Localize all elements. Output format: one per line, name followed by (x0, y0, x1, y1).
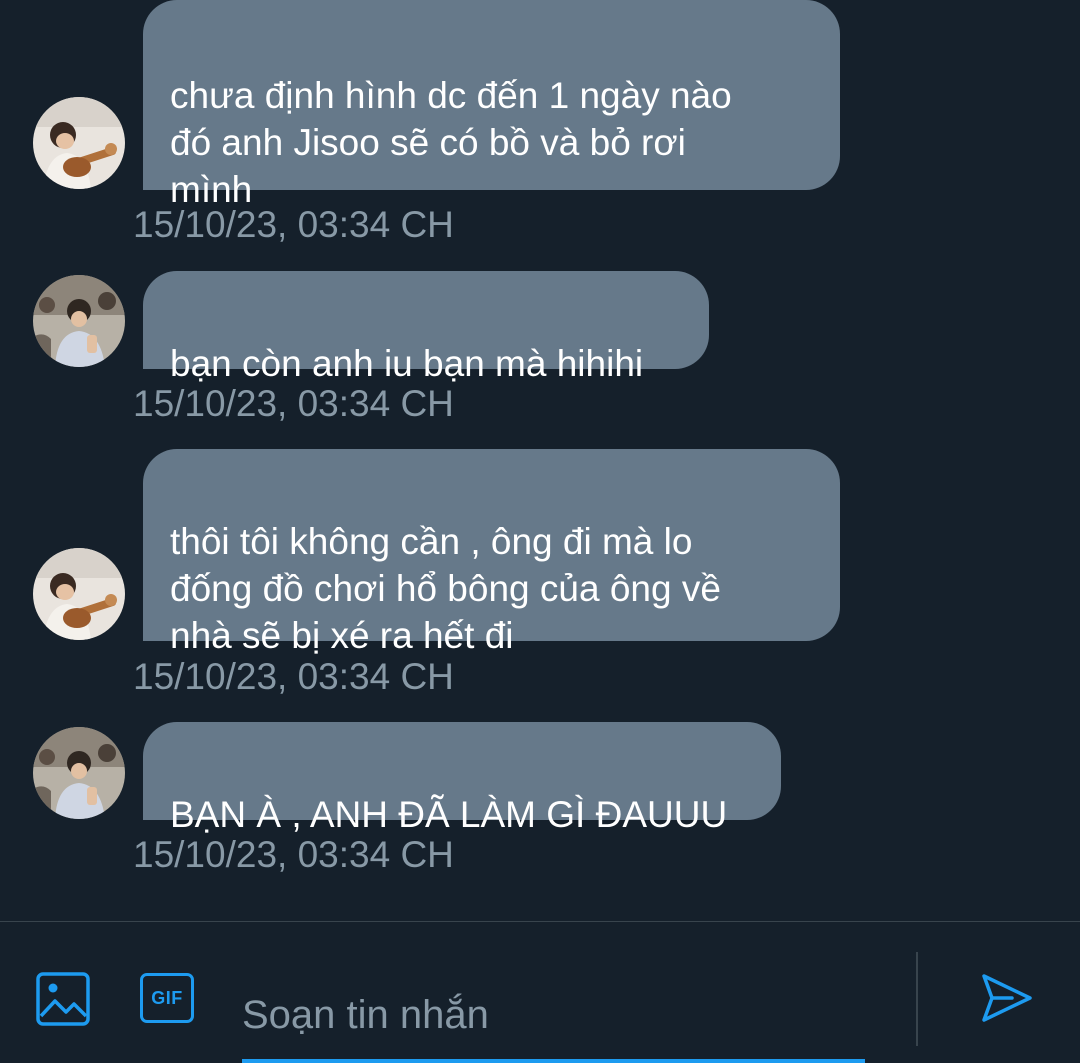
composer-divider (916, 952, 918, 1046)
sender-avatar[interactable] (33, 727, 125, 819)
sender-avatar[interactable] (33, 97, 125, 189)
avatar-crowd-image (33, 275, 125, 367)
message-bubble[interactable]: thôi tôi không cần , ông đi mà lo đống đ… (143, 449, 840, 656)
send-button[interactable] (978, 970, 1034, 1026)
message-composer: GIF (0, 921, 1080, 1063)
message-timestamp: 15/10/23, 03:34 CH (133, 204, 454, 245)
message-bubble[interactable]: chưa định hình dc đến 1 ngày nào đó anh … (143, 0, 840, 210)
add-image-button[interactable] (36, 972, 90, 1026)
message-bubble[interactable]: bạn còn anh iu bạn mà hihihi (143, 271, 709, 384)
message-timestamp: 15/10/23, 03:34 CH (133, 834, 454, 875)
avatar-guitar-image (33, 97, 125, 189)
image-icon (36, 972, 90, 1026)
sender-avatar[interactable] (33, 275, 125, 367)
message-text: BẠN À , ANH ĐÃ LÀM GÌ ĐAUUU (170, 794, 728, 835)
message-timestamp: 15/10/23, 03:34 CH (133, 656, 454, 697)
message-text: bạn còn anh iu bạn mà hihihi (170, 343, 644, 384)
dm-conversation-screen: chưa định hình dc đến 1 ngày nào đó anh … (0, 0, 1080, 1063)
send-icon (982, 974, 1032, 1022)
message-text: thôi tôi không cần , ông đi mà lo đống đ… (170, 521, 721, 656)
message-timestamp: 15/10/23, 03:34 CH (133, 383, 454, 424)
message-bubble[interactable]: BẠN À , ANH ĐÃ LÀM GÌ ĐAUUU (143, 722, 781, 835)
sender-avatar[interactable] (33, 548, 125, 640)
avatar-guitar-image (33, 548, 125, 640)
message-input[interactable] (242, 970, 867, 1060)
message-text: chưa định hình dc đến 1 ngày nào đó anh … (170, 75, 732, 210)
input-focus-underline (242, 1059, 865, 1063)
gif-button[interactable]: GIF (140, 973, 194, 1023)
avatar-crowd-image (33, 727, 125, 819)
